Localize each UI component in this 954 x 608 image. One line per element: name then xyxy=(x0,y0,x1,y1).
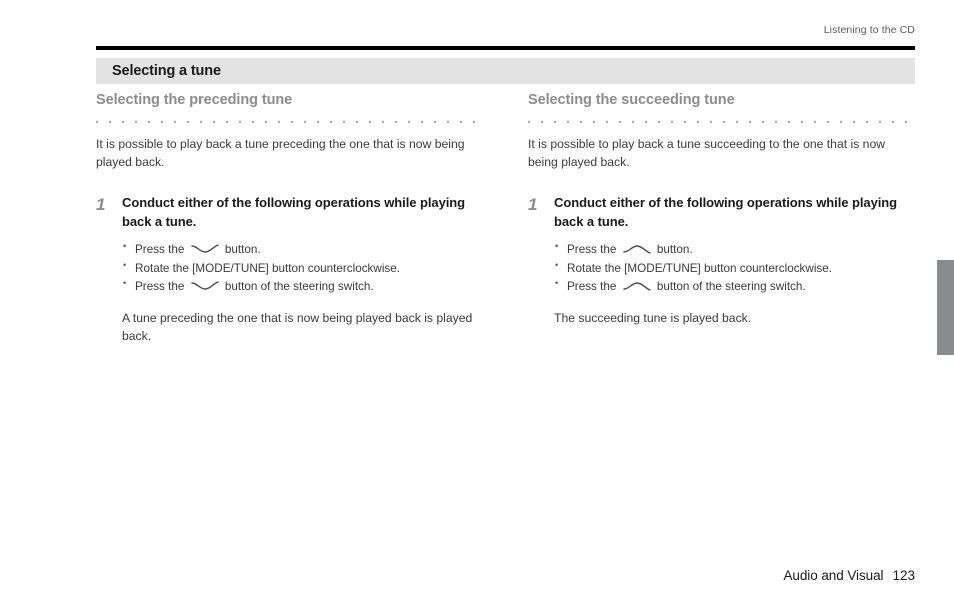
chapter-banner-title: Selecting a tune xyxy=(112,63,221,79)
section-intro: It is possible to play back a tune prece… xyxy=(96,137,465,170)
step-bullet-list: Press the button. Rotate the [MODE/TUNE]… xyxy=(122,240,482,296)
bullet-text-before: Press the xyxy=(567,243,617,257)
seek-down-wave-icon xyxy=(190,280,219,292)
step-title: Conduct either of the following operatio… xyxy=(122,194,466,229)
bullet-text-before: Press the xyxy=(135,243,185,257)
list-item: Press the button. xyxy=(554,240,914,259)
column-preceding-tune: Selecting the preceding tune It is possi… xyxy=(96,90,482,345)
manual-page: Listening to the CD Selecting a tune Sel… xyxy=(0,0,954,608)
bullet-text-after: button. xyxy=(656,243,693,257)
chapter-banner: Selecting a tune xyxy=(96,58,915,84)
step-number: 1 xyxy=(96,194,106,214)
step-item: 1 Conduct either of the following operat… xyxy=(528,194,914,328)
dotted-divider xyxy=(96,121,482,124)
seek-up-wave-icon xyxy=(622,280,651,292)
list-item: Rotate the [MODE/TUNE] button counterclo… xyxy=(554,259,914,278)
column-succeeding-tune: Selecting the succeeding tune It is poss… xyxy=(528,90,914,345)
section-heading: Selecting the preceding tune xyxy=(96,92,293,108)
list-item: Rotate the [MODE/TUNE] button counterclo… xyxy=(122,259,482,278)
body-columns: Selecting the preceding tune It is possi… xyxy=(96,90,915,345)
bullet-text-after: button of the steering switch. xyxy=(656,279,806,293)
bullet-text-before: Rotate the [MODE/TUNE] button counterclo… xyxy=(567,261,833,275)
chapter-thumb-tab xyxy=(937,260,954,355)
list-item: Press the button of the steering switch. xyxy=(122,277,482,296)
section-intro: It is possible to play back a tune succe… xyxy=(528,137,886,170)
step-number: 1 xyxy=(528,194,538,214)
step-result-text: The succeeding tune is played back. xyxy=(554,310,752,325)
step-title: Conduct either of the following operatio… xyxy=(554,194,898,229)
footer-section-name: Audio and Visual xyxy=(783,568,884,583)
list-item: Press the button. xyxy=(122,240,482,259)
running-header: Listening to the CD xyxy=(823,24,915,36)
step-bullet-list: Press the button. Rotate the [MODE/TUNE]… xyxy=(554,240,914,296)
bullet-text-after: button. xyxy=(224,243,261,257)
bullet-text-before: Press the xyxy=(135,279,185,293)
dotted-divider xyxy=(528,121,910,124)
section-heading: Selecting the succeeding tune xyxy=(528,92,735,108)
bullet-text-after: button of the steering switch. xyxy=(224,279,374,293)
list-item: Press the button of the steering switch. xyxy=(554,277,914,296)
bullet-text-before: Press the xyxy=(567,279,617,293)
footer-page-number: 123 xyxy=(892,568,915,583)
step-body: Conduct either of the following operatio… xyxy=(122,194,482,345)
seek-up-wave-icon xyxy=(622,243,651,255)
step-result-text: A tune preceding the one that is now bei… xyxy=(122,310,473,343)
step-body: Conduct either of the following operatio… xyxy=(554,194,914,328)
step-item: 1 Conduct either of the following operat… xyxy=(96,194,482,345)
bullet-text-before: Rotate the [MODE/TUNE] button counterclo… xyxy=(135,261,401,275)
header-rule xyxy=(96,46,915,50)
page-footer: Audio and Visual 123 xyxy=(96,568,915,583)
seek-down-wave-icon xyxy=(190,243,219,255)
